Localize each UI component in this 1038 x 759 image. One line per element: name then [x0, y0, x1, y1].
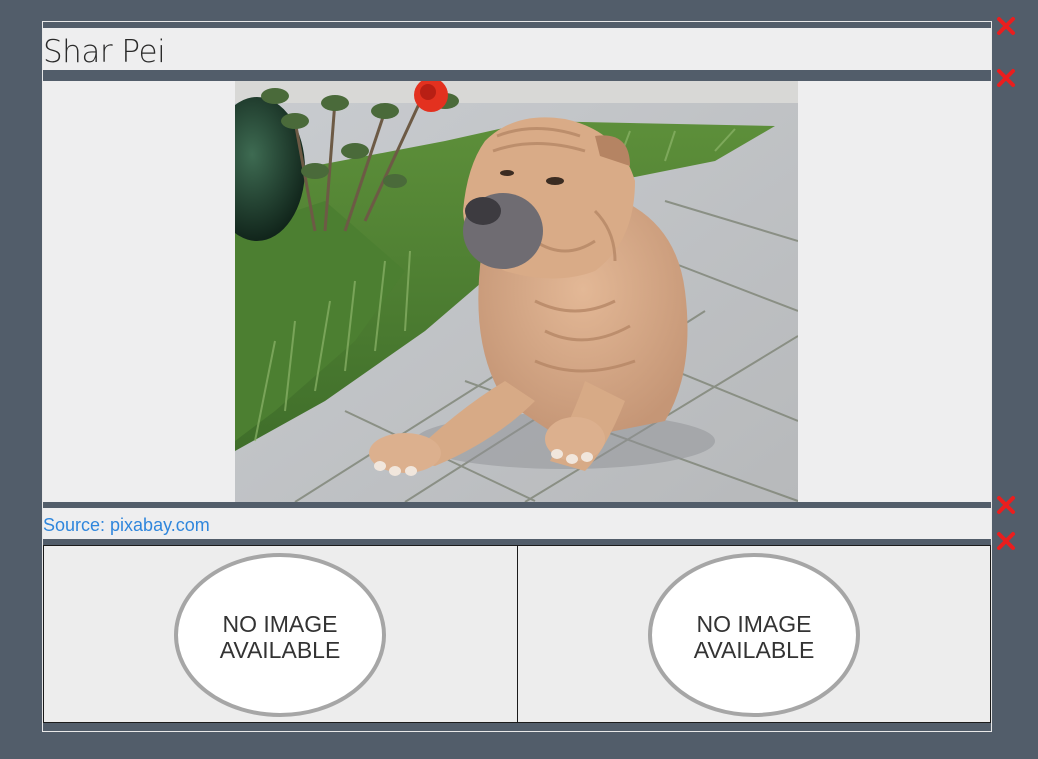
dog-photo [235, 81, 798, 502]
close-icon[interactable] [996, 68, 1016, 88]
source-block: Source: pixabay.com [43, 508, 991, 539]
dog-photo-drawing [235, 81, 798, 502]
page-title: Shar Pei [43, 34, 166, 70]
no-image-line2: AVAILABLE [693, 637, 814, 663]
no-image-line1: NO IMAGE [222, 611, 337, 637]
image-cell-1: NO IMAGE AVAILABLE [44, 546, 517, 722]
no-image-placeholder: NO IMAGE AVAILABLE [647, 553, 860, 717]
close-icon[interactable] [996, 16, 1016, 36]
image-grid: NO IMAGE AVAILABLE NO IMAGE AVAILABLE [43, 545, 991, 723]
no-image-placeholder: NO IMAGE AVAILABLE [174, 553, 386, 717]
image-cell-2: NO IMAGE AVAILABLE [516, 546, 991, 722]
no-image-line2: AVAILABLE [220, 637, 341, 663]
title-block: Shar Pei [43, 28, 991, 70]
article-card: Shar Pei Source: pixabay.com NO IMAGE AV… [42, 21, 992, 732]
no-image-line1: NO IMAGE [696, 611, 811, 637]
image-block [43, 81, 991, 502]
close-icon[interactable] [996, 531, 1016, 551]
source-link[interactable]: Source: pixabay.com [43, 514, 210, 536]
close-icon[interactable] [996, 495, 1016, 515]
